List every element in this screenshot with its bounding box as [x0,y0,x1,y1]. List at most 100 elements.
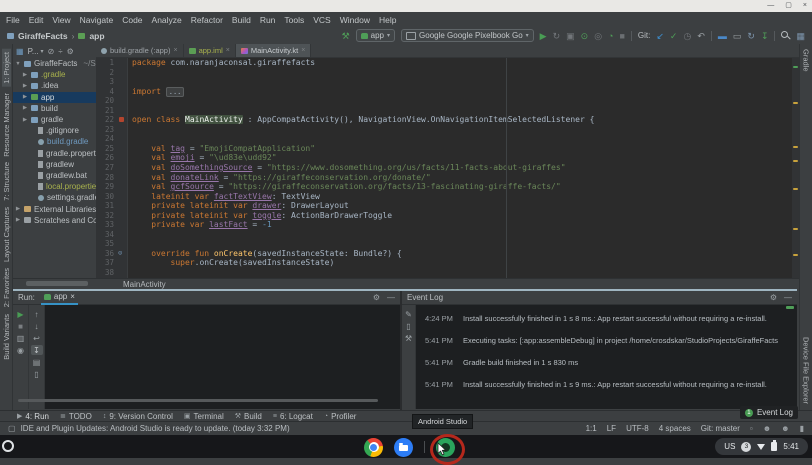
tool-button-gradle[interactable]: Gradle [802,49,811,72]
git-rollback-button[interactable]: ↶ [697,31,705,41]
tab-mainactivity-kt[interactable]: MainActivity.kt× [236,44,311,57]
settings-wrench-icon[interactable]: ⚒ [403,333,415,343]
settings-gear-icon[interactable]: ⚙ [373,293,380,302]
tool-window-button-build[interactable]: ⚒Build [235,412,262,421]
tool-window-button-4-run[interactable]: ▶4: Run [17,412,49,421]
tool-button-7-structure[interactable]: 7: Structure [2,162,11,201]
hide-panel-icon[interactable]: — [784,293,792,302]
tree-item-gradlew-bat[interactable]: gradlew.bat [13,170,96,181]
tree-item-scratches-and-consoles[interactable]: ▶Scratches and Consoles [13,215,96,226]
tool-window-button-9-version-control[interactable]: ↕9: Version Control [103,412,173,421]
tree-item-gradle-properties[interactable]: gradle.properties [13,148,96,159]
breadcrumb-item-giraffefacts[interactable]: GiraffeFacts [18,31,68,41]
menu-navigate[interactable]: Navigate [80,15,114,25]
git-commit-button[interactable]: ✓ [670,31,678,41]
memory-indicator-icon[interactable]: ☻ [781,424,789,433]
indent-style[interactable]: 4 spaces [659,424,691,433]
tool-button-device-file-explorer[interactable]: Device File Explorer [802,337,811,404]
status-message[interactable]: IDE and Plugin Updates: Android Studio i… [21,424,290,433]
menu-run[interactable]: Run [260,15,276,25]
caret-position[interactable]: 1:1 [586,424,597,433]
stop-button[interactable]: ■ [15,321,27,331]
background-tasks-icon[interactable]: ▮ [800,424,804,433]
class-marker-icon[interactable] [119,117,124,122]
tool-window-button-terminal[interactable]: ▣Terminal [184,412,224,421]
menu-file[interactable]: File [6,15,20,25]
project-view-selector[interactable]: P...▾ [28,47,44,56]
minimize-button[interactable]: — [767,1,774,10]
menu-analyze[interactable]: Analyze [152,15,182,25]
git-history-button[interactable]: ◷ [683,31,691,41]
avd-manager-icon[interactable]: ▭ [733,31,742,41]
line-separator[interactable]: LF [607,424,616,433]
tool-window-button-todo[interactable]: ≣TODO [60,412,92,421]
hide-panel-icon[interactable]: — [387,293,395,302]
close-button[interactable]: × [803,1,807,10]
folder-icon[interactable]: ▬ [718,31,727,41]
menu-build[interactable]: Build [232,15,251,25]
debug-button[interactable]: ▣ [566,31,575,41]
tab-build-gradle-app-[interactable]: build.gradle (:app)× [96,44,184,57]
notification-icon[interactable]: ▢ [8,424,16,433]
search-everywhere-icon[interactable] [781,31,790,40]
lock-icon[interactable]: ▫ [750,424,753,433]
tree-item--gitignore[interactable]: .gitignore [13,125,96,136]
breadcrumb-class[interactable]: MainActivity [123,280,166,289]
tool-button-resource-manager[interactable]: Resource Manager [2,93,11,157]
menu-window[interactable]: Window [340,15,370,25]
device-select[interactable]: Google Google Pixelbook Go▾ [401,29,534,42]
event-log-content[interactable]: 4:24 PMInstall successfully finished in … [416,305,797,409]
restore-layout-icon[interactable]: ▥ [15,333,27,343]
close-icon[interactable]: × [301,47,305,54]
tree-item-build-gradle[interactable]: build.gradle [13,136,96,147]
soft-wrap-icon[interactable]: ↩ [31,333,43,343]
tree-item-settings-gradle[interactable]: settings.gradle [13,192,96,203]
tree-item-gradlew[interactable]: gradlew [13,159,96,170]
launcher-button[interactable] [2,440,14,452]
tool-button-2-favorites[interactable]: 2: Favorites [2,268,11,307]
menu-tools[interactable]: Tools [284,15,304,25]
locate-file-icon[interactable]: ⊘ [48,47,55,56]
menu-view[interactable]: View [52,15,70,25]
file-encoding[interactable]: UTF-8 [626,424,649,433]
run-tab-app[interactable]: app × [41,291,78,305]
override-marker-icon[interactable]: ⊙ [118,249,122,258]
tree-item--idea[interactable]: ▶.idea [13,80,96,91]
clear-all-icon[interactable]: ▯ [31,369,43,379]
project-view-icon[interactable]: ▦ [16,47,24,56]
tool-window-button-profiler[interactable]: ◔Profiler [324,412,357,421]
run-console[interactable] [45,305,400,409]
git-branch[interactable]: Git: master [701,424,740,433]
restore-button[interactable]: ▢ [785,1,792,10]
breadcrumb-item-app[interactable]: app [89,31,104,41]
tree-item-giraffefacts[interactable]: ▼GiraffeFacts~/S [13,58,96,69]
system-tray[interactable]: US 3 5:41 [715,438,808,455]
run-config-select[interactable]: app▾ [356,29,395,42]
tool-button-1-project[interactable]: 1: Project [2,49,11,87]
event-log-badge[interactable]: 1 Event Log [740,406,798,419]
tree-item-local-properties[interactable]: local.properties [13,181,96,192]
event-log-hscrollbar[interactable] [18,399,378,402]
tool-button-layout-captures[interactable]: Layout Captures [2,207,11,262]
code-editor[interactable]: 1package com.naranjaconsal.giraffefacts2… [96,58,792,278]
settings-gear-icon[interactable]: ⚙ [67,47,74,56]
project-structure-icon[interactable]: ▦ [796,31,805,41]
files-app-icon[interactable] [394,438,413,457]
apply-changes-button[interactable]: ↻ [553,31,561,41]
tab-app-iml[interactable]: app.iml× [184,44,236,57]
chrome-app-icon[interactable] [364,438,383,457]
collapse-all-icon[interactable]: ÷ [58,47,62,56]
project-tree[interactable]: ▼GiraffeFacts~/S▶.gradle▶.idea▶app▶build… [13,58,96,278]
menu-refactor[interactable]: Refactor [191,15,223,25]
run-button[interactable]: ▶ [540,31,547,41]
pin-tab-icon[interactable]: ◉ [15,345,27,355]
git-update-button[interactable]: ↙ [656,31,664,41]
scroll-to-end-icon[interactable]: ↧ [31,345,43,355]
menu-vcs[interactable]: VCS [313,15,330,25]
settings-gear-icon[interactable]: ⚙ [770,293,777,302]
tree-item-gradle[interactable]: ▶gradle [13,114,96,125]
tree-item--gradle[interactable]: ▶.gradle [13,69,96,80]
down-stack-trace-icon[interactable]: ↓ [31,321,43,331]
sdk-manager-icon[interactable]: ↧ [761,31,769,41]
tool-window-button-6-logcat[interactable]: ≡6: Logcat [273,412,313,421]
